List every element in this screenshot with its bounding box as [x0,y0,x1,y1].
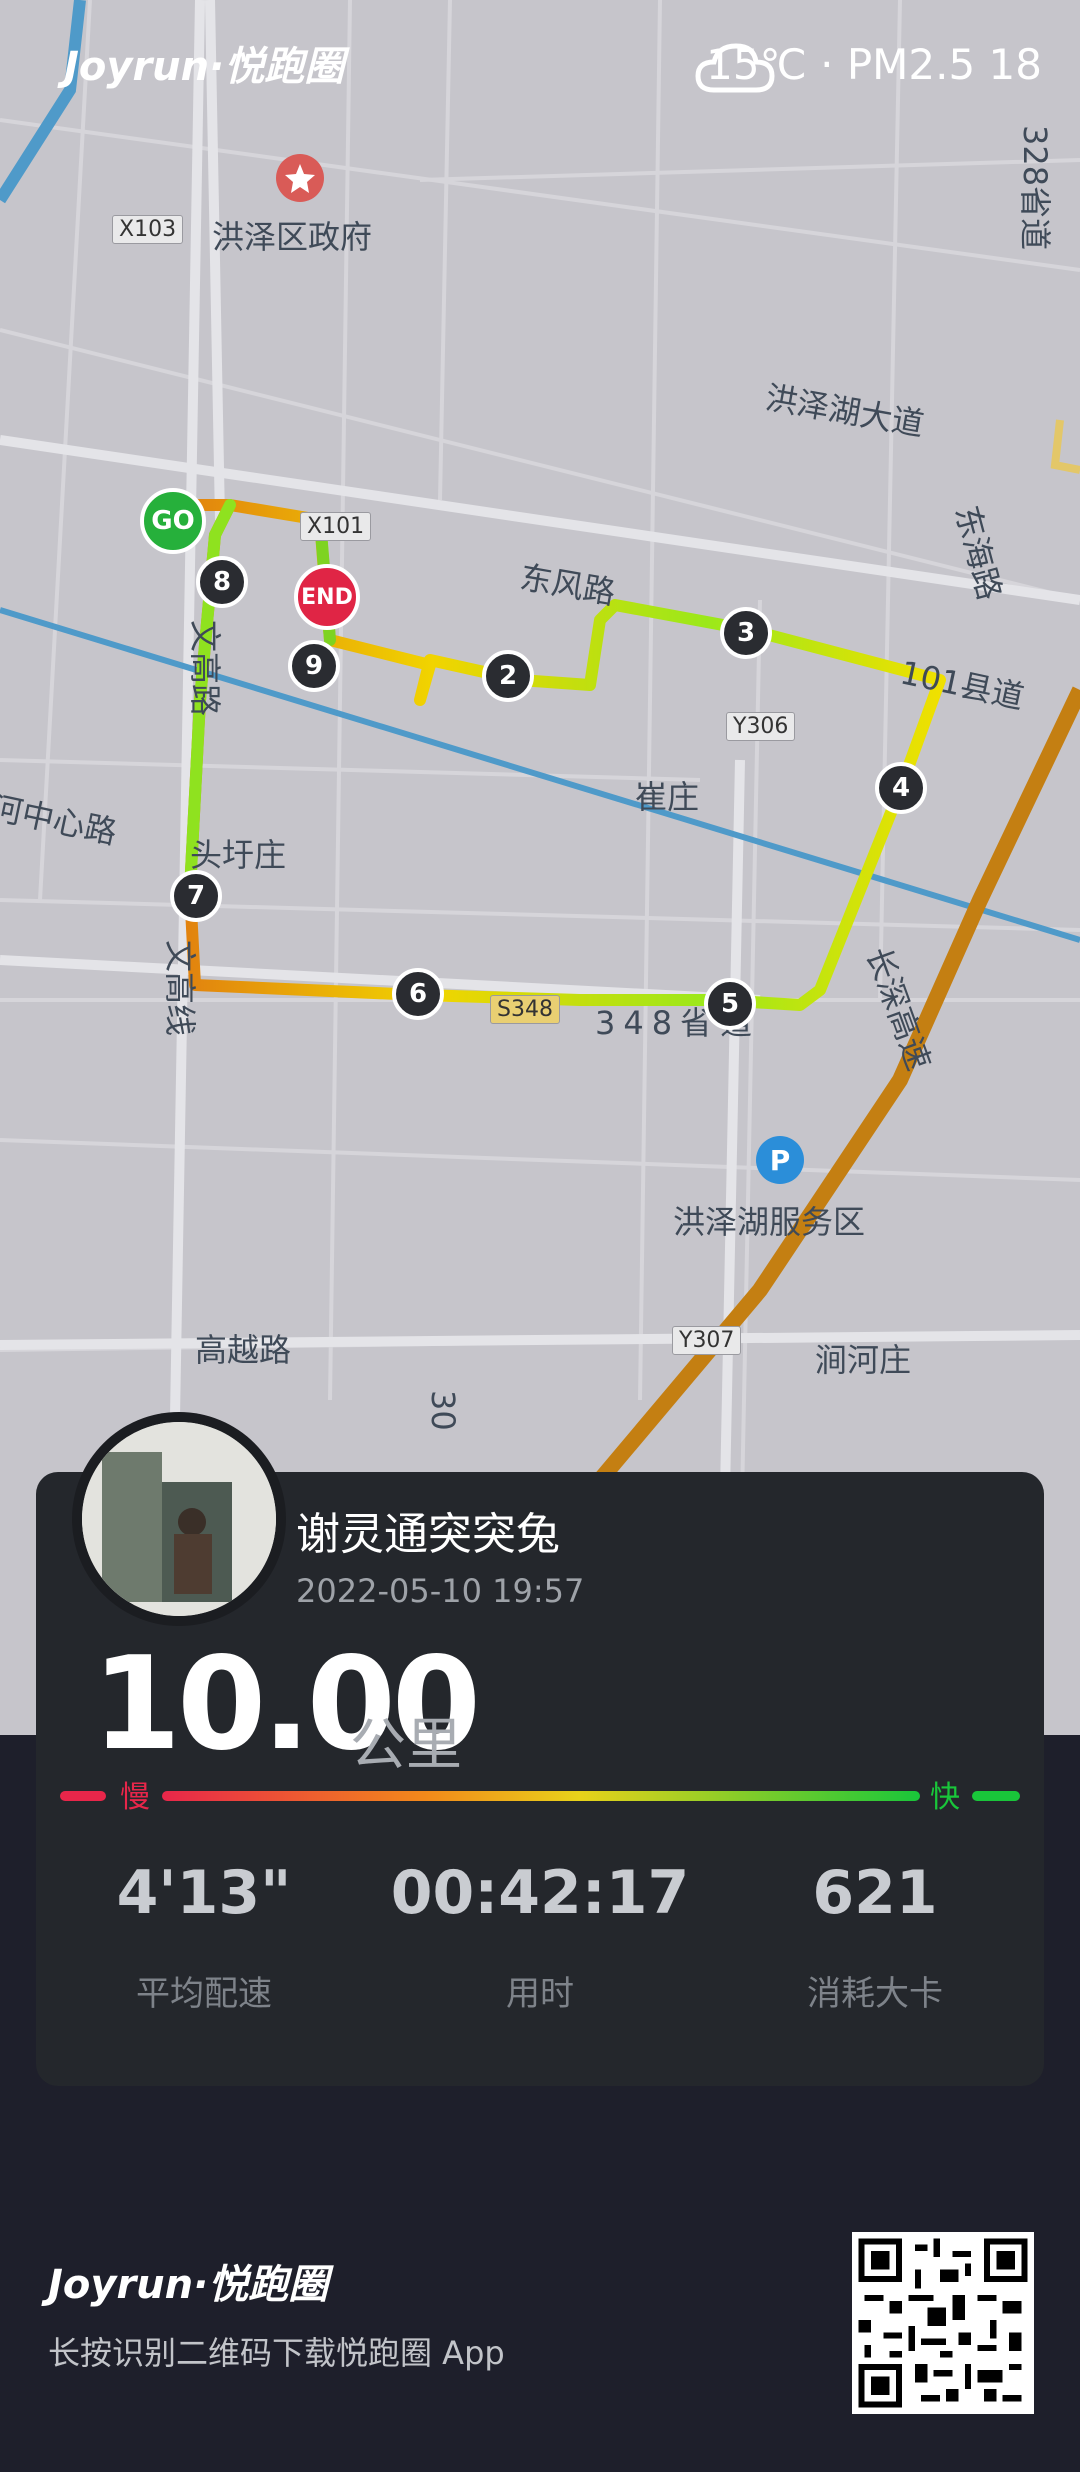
avatar-photo [82,1422,276,1616]
footer-tagline: 长按识别二维码下载悦跑圈 App [48,2334,505,2372]
km-marker[interactable]: 3 [720,607,772,659]
map-label-place: 洪泽区政府 [212,218,373,256]
distance-unit: 公里 [350,1713,462,1778]
avg-pace-value: 4'13" [116,1858,292,1928]
footer-logo: Joyrun·悦跑圈 [48,2262,329,2308]
calories-label: 消耗大卡 [807,1974,943,2014]
run-datetime: 2022-05-10 19:57 [296,1572,585,1610]
map-label-place: 涧河庄 [815,1341,912,1379]
avg-pace-label: 平均配速 [136,1974,272,2014]
map-label-road: 文高线 [161,940,199,1037]
map-label-road: 30 [424,1390,462,1431]
km-marker[interactable]: 8 [196,556,248,608]
map-label-place: 崔庄 [635,778,700,816]
road-tag: Y306 [726,712,796,741]
km-marker[interactable]: 2 [482,650,534,702]
start-marker[interactable]: GO [140,488,206,554]
qr-code[interactable] [852,2232,1034,2414]
end-marker[interactable]: END [294,564,360,630]
pace-color-legend [60,1786,1020,1801]
calories-value: 621 [812,1858,938,1928]
map-label-place: 洪泽湖服务区 [673,1203,866,1241]
road-tag: Y307 [672,1326,742,1355]
map-label-road: 高越路 [195,1331,292,1369]
weather-info: 15℃ · PM2.5 18 [694,40,1042,93]
km-marker[interactable]: 6 [392,968,444,1020]
avatar[interactable] [72,1412,286,1626]
km-marker[interactable]: 7 [170,870,222,922]
km-marker[interactable]: 4 [875,762,927,814]
duration-label: 用时 [506,1974,574,2014]
pace-slow-label: 慢 [120,1780,150,1815]
user-name: 谢灵通突突兔 [296,1509,560,1560]
km-marker[interactable]: 5 [704,978,756,1030]
road-tag: S348 [490,995,560,1024]
road-tag: X101 [300,512,372,541]
map-label-road: 328省道 [1016,125,1054,251]
road-tag: X103 [112,215,184,244]
pace-fast-label: 快 [930,1780,960,1815]
km-marker[interactable]: 9 [288,640,340,692]
app-logo: Joyrun·悦跑圈 [64,44,345,90]
map-label-place: 头圩庄 [190,836,287,874]
duration-value: 00:42:17 [390,1858,690,1928]
svg-text:P: P [770,1144,791,1177]
map-label-road: 文高路 [186,620,224,717]
